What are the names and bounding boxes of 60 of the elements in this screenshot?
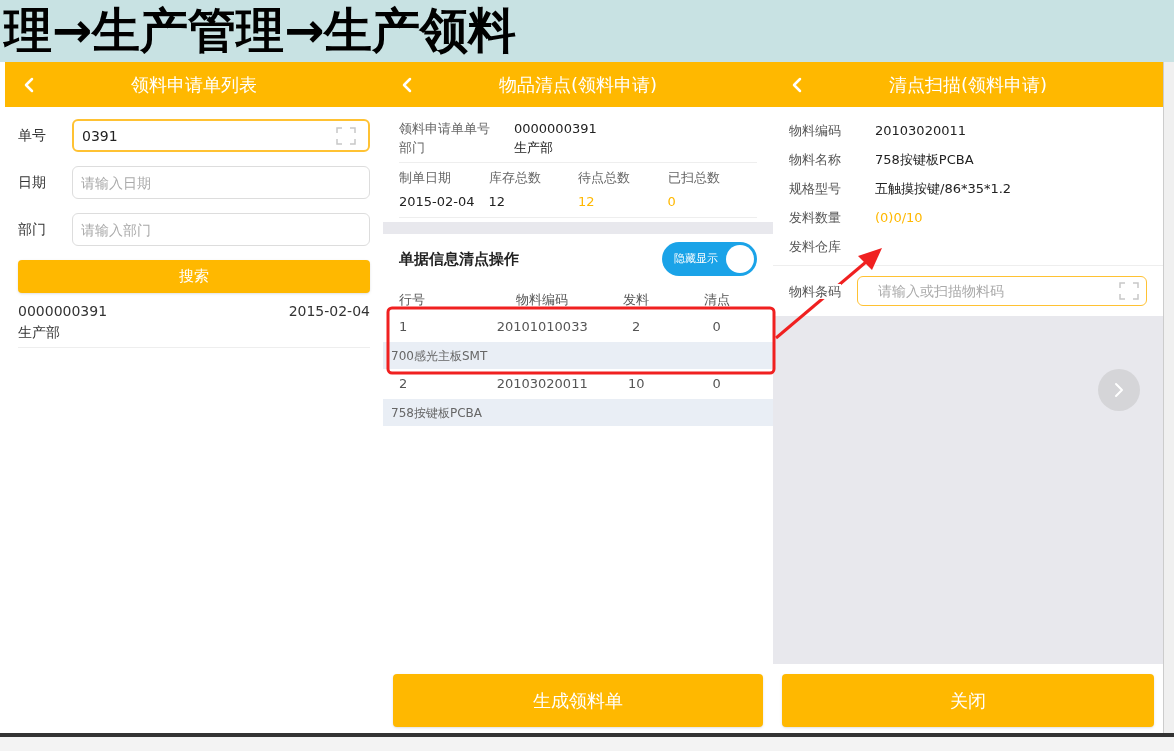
stat-value: 0 xyxy=(667,192,677,211)
field-label: 单号 xyxy=(18,126,47,145)
result-row[interactable]: 0000000391 生产部 2015-02-04 xyxy=(18,301,370,348)
info-label: 领料申请单单号 xyxy=(399,120,491,138)
scan-icon[interactable] xyxy=(336,126,356,145)
order-date: 2015-02-04 xyxy=(288,302,370,321)
screen-title: 领料申请单列表 xyxy=(130,73,258,97)
input-field[interactable]: 请输入日期 xyxy=(72,166,370,199)
detail-label: 物料编码 xyxy=(789,121,842,140)
info-label: 部门 xyxy=(399,139,426,157)
toggle-knob xyxy=(726,245,754,273)
column-header: 发料 xyxy=(622,291,651,310)
detail-value: (0)0/10 xyxy=(875,208,923,227)
column-header: 物料编码 xyxy=(515,291,570,310)
detail-value: 20103020011 xyxy=(875,121,966,140)
field-label: 日期 xyxy=(18,173,47,192)
input-field[interactable]: 0391 xyxy=(72,119,370,152)
department-text: 生产部 xyxy=(18,323,61,342)
detail-value: 758按键板PCBA xyxy=(875,150,974,169)
toggle-switch[interactable]: 隐藏显示 xyxy=(662,242,757,276)
table-cell-text: 0 xyxy=(711,318,722,337)
generate-button[interactable]: 生成领料单 xyxy=(393,674,763,727)
screen-title: 清点扫描(领料申请) xyxy=(887,73,1048,97)
table-cell-text: 10 xyxy=(626,375,646,394)
detail-label: 发料数量 xyxy=(789,208,842,227)
stat-value: 2015-02-04 xyxy=(399,192,476,211)
table-cell-text: 20103020011 xyxy=(495,375,589,394)
table-cell-text: 2 xyxy=(399,375,409,394)
barcode-field[interactable]: 请输入或扫描物料码 xyxy=(857,276,1147,306)
column-header: 清点 xyxy=(702,291,731,310)
detail-label: 发料仓库 xyxy=(789,237,842,256)
info-value: 0000000391 xyxy=(514,120,597,138)
field-label: 部门 xyxy=(18,220,47,239)
breadcrumb-heading: 理→生产管理→生产领料 xyxy=(4,6,517,54)
stat-label: 库存总数 xyxy=(488,169,542,187)
screen-title: 物品清点(领料申请) xyxy=(497,73,658,97)
column-header: 行号 xyxy=(399,291,426,310)
next-button[interactable] xyxy=(1098,369,1140,411)
section-title: 单据信息清点操作 xyxy=(399,248,519,270)
stat-label: 待点总数 xyxy=(578,169,631,187)
table-cell-text: 1 xyxy=(399,318,409,337)
stat-value: 12 xyxy=(578,192,596,211)
detail-value: 五触摸按键/86*35*1.2 xyxy=(875,179,1012,198)
info-value: 生产部 xyxy=(514,139,553,157)
scan-icon[interactable] xyxy=(1119,282,1139,300)
table-cell-text: 20101010033 xyxy=(495,318,589,337)
table-cell-text: 0 xyxy=(711,375,722,394)
search-button[interactable]: 搜索 xyxy=(18,260,370,293)
stat-value: 12 xyxy=(488,192,507,211)
input-field[interactable]: 请输入部门 xyxy=(72,213,370,246)
stat-label: 制单日期 xyxy=(399,169,452,187)
table-cell-text: 2 xyxy=(631,318,642,337)
order-number: 0000000391 xyxy=(18,302,108,321)
material-name: 758按键板PCBA xyxy=(390,404,482,422)
close-button[interactable]: 关闭 xyxy=(782,674,1154,727)
stat-label: 已扫总数 xyxy=(667,169,721,187)
detail-label: 物料名称 xyxy=(789,150,842,169)
barcode-label: 物料条码 xyxy=(789,283,841,299)
detail-label: 规格型号 xyxy=(789,179,842,198)
material-name: 700感光主板SMT xyxy=(390,347,488,365)
